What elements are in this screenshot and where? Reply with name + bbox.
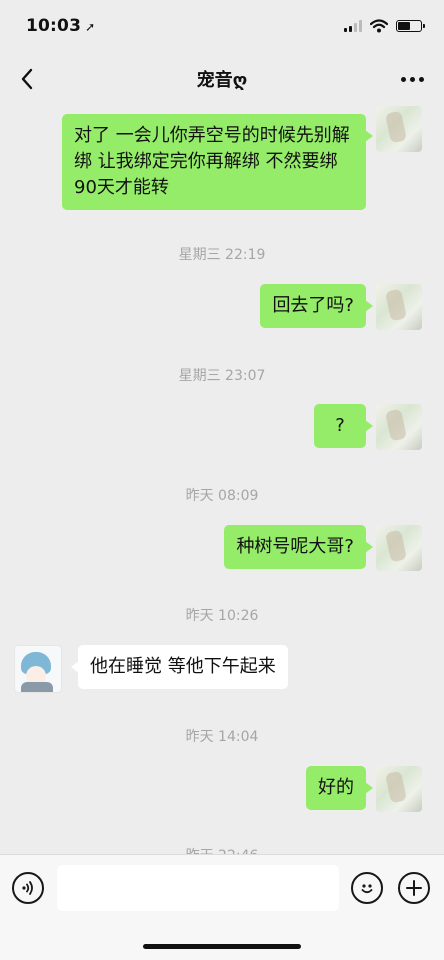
battery-icon — [396, 20, 425, 32]
message-outgoing[interactable]: 好的 — [306, 766, 373, 810]
timestamp: 昨天 22:46 — [0, 845, 444, 854]
message-outgoing[interactable]: 种树号呢大哥? — [224, 525, 373, 569]
message-outgoing[interactable]: 回去了吗? — [260, 284, 373, 328]
message-bubble[interactable]: 回去了吗? — [260, 284, 373, 328]
chat-title: 宠音ღ — [196, 70, 248, 91]
smiley-icon — [361, 884, 373, 894]
timestamp: 昨天 08:09 — [185, 488, 259, 504]
message-input[interactable] — [57, 865, 339, 911]
timestamp: 星期三 22:19 — [178, 247, 266, 263]
message-bubble[interactable]: ? — [314, 404, 373, 448]
status-icons — [344, 19, 425, 33]
home-indicator — [143, 944, 301, 949]
voice-wave-icon — [22, 881, 33, 895]
status-time: 10:03 ➚ — [26, 16, 95, 36]
status-time-text: 10:03 — [26, 16, 82, 36]
chat-area[interactable]: 对了 一会儿你弄空号的时候先别解绑 让我绑定完你再解绑 不然要绑90天才能转 星… — [0, 106, 444, 854]
message-outgoing[interactable]: 对了 一会儿你弄空号的时候先别解绑 让我绑定完你再解绑 不然要绑90天才能转 — [62, 114, 373, 210]
timestamp: 星期三 23:07 — [178, 368, 266, 384]
nav-bar: 宠音ღ — [0, 52, 444, 106]
message-bubble[interactable]: 好的 — [306, 766, 373, 810]
emoji-button[interactable] — [351, 872, 383, 904]
self-avatar[interactable] — [376, 284, 422, 330]
message-incoming[interactable]: 他在睡觉 等他下午起来 — [71, 645, 288, 689]
wifi-icon — [370, 19, 388, 33]
message-bubble[interactable]: 他在睡觉 等他下午起来 — [71, 645, 288, 689]
more-actions-button[interactable] — [398, 872, 430, 904]
peer-avatar[interactable] — [14, 645, 62, 693]
more-options-icon[interactable] — [398, 66, 426, 92]
timestamp: 昨天 14:04 — [185, 729, 259, 745]
plus-icon — [406, 880, 422, 896]
message-bubble[interactable]: 种树号呢大哥? — [224, 525, 373, 569]
self-avatar[interactable] — [376, 106, 422, 152]
message-bubble[interactable]: 对了 一会儿你弄空号的时候先别解绑 让我绑定完你再解绑 不然要绑90天才能转 — [62, 114, 373, 210]
status-bar: 10:03 ➚ — [0, 0, 444, 52]
location-arrow-icon: ➚ — [85, 20, 96, 34]
timestamp: 昨天 10:26 — [185, 608, 259, 624]
self-avatar[interactable] — [376, 404, 422, 450]
cellular-signal-icon — [344, 20, 362, 32]
self-avatar[interactable] — [376, 525, 422, 571]
message-outgoing[interactable]: ? — [314, 404, 373, 448]
voice-input-button[interactable] — [12, 872, 44, 904]
back-arrow-icon[interactable] — [16, 65, 44, 93]
self-avatar[interactable] — [376, 766, 422, 812]
